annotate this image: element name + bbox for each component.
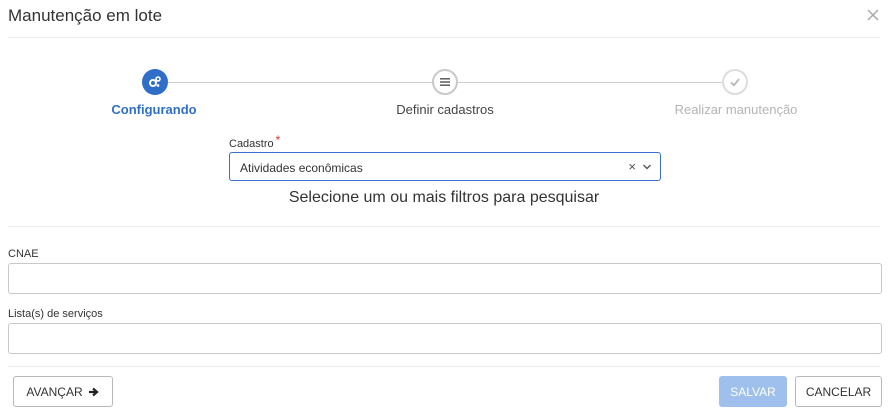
save-button[interactable]: SALVAR (719, 376, 787, 407)
footer-divider (8, 366, 880, 367)
step-3-label: Realizar manutenção (674, 102, 798, 117)
step-1-circle (142, 69, 168, 95)
chevron-down-icon[interactable] (642, 162, 652, 172)
step-2-circle[interactable] (432, 69, 458, 95)
gears-icon (149, 76, 161, 87)
modal-title: Manutenção em lote (8, 6, 163, 25)
cancel-button[interactable]: CANCELAR (795, 376, 882, 407)
advance-button-label: AVANÇAR (26, 384, 83, 399)
cadastro-select-value: Atividades econômicas (240, 161, 363, 175)
list-icon (440, 78, 450, 86)
cadastro-select[interactable]: Atividades econômicas × (229, 152, 661, 181)
clear-icon[interactable]: × (628, 159, 636, 174)
step-connector (458, 82, 722, 83)
section-divider (8, 226, 880, 227)
servicos-label: Lista(s) de serviços (8, 308, 103, 320)
cnae-input[interactable] (8, 263, 882, 294)
step-connector (168, 82, 432, 83)
check-icon (730, 78, 740, 87)
servicos-input[interactable] (8, 323, 882, 354)
step-1-label: Configurando (111, 102, 197, 117)
cadastro-label-text: Cadastro (229, 138, 274, 150)
filter-hint: Selecione um ou mais filtros para pesqui… (288, 189, 600, 206)
close-icon[interactable] (866, 8, 880, 22)
cnae-label: CNAE (8, 248, 39, 260)
step-2-label: Definir cadastros (396, 102, 494, 117)
arrow-right-icon (88, 387, 99, 396)
step-3-circle (722, 69, 748, 95)
advance-button[interactable]: AVANÇAR (13, 376, 113, 407)
cadastro-label: Cadastro * (229, 133, 281, 150)
header-divider (8, 37, 880, 38)
required-mark: * (275, 133, 281, 147)
